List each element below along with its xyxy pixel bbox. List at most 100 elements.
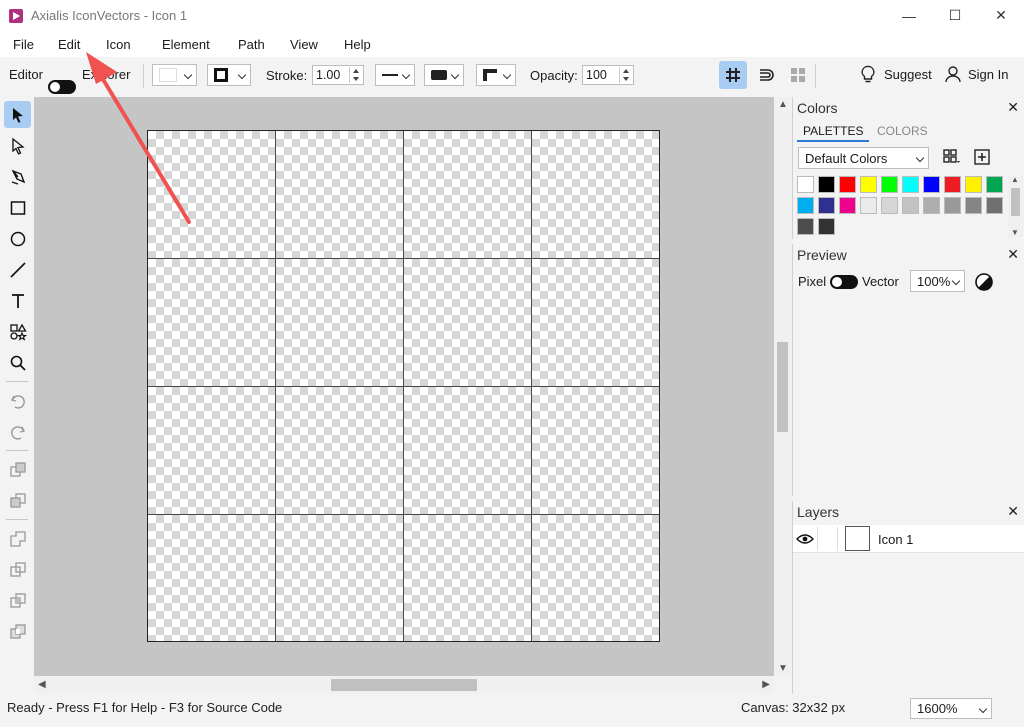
pen-tool-button[interactable] bbox=[4, 163, 31, 190]
color-swatch[interactable] bbox=[965, 197, 982, 214]
color-swatch[interactable] bbox=[860, 176, 877, 193]
menu-icon[interactable]: Icon bbox=[106, 37, 131, 52]
chevron-down-icon bbox=[951, 276, 961, 286]
preview-panel-header: Preview ✕ bbox=[793, 244, 1024, 266]
vertical-scrollbar[interactable]: ▲ ▼ bbox=[774, 97, 791, 676]
bring-front-button[interactable] bbox=[4, 456, 31, 483]
tab-palettes[interactable]: PALETTES bbox=[803, 124, 863, 138]
text-tool-button[interactable] bbox=[4, 287, 31, 314]
stepper-arrows-icon[interactable] bbox=[349, 67, 362, 83]
stroke-join-dropdown[interactable] bbox=[424, 64, 464, 86]
stroke-align-dropdown[interactable] bbox=[476, 64, 516, 86]
stroke-cap-dropdown[interactable] bbox=[375, 64, 415, 86]
pixel-vector-toggle[interactable] bbox=[830, 275, 858, 289]
color-swatch[interactable] bbox=[923, 176, 940, 193]
opacity-stepper[interactable]: 100 bbox=[582, 65, 634, 85]
scroll-down-icon[interactable]: ▼ bbox=[1011, 228, 1019, 237]
stepper-arrows-icon[interactable] bbox=[619, 67, 632, 83]
color-swatch[interactable] bbox=[818, 197, 835, 214]
zoom-select[interactable]: 1600% bbox=[910, 698, 992, 719]
boolean-exclude-button[interactable] bbox=[4, 618, 31, 645]
menu-edit[interactable]: Edit bbox=[58, 37, 80, 52]
vertical-scroll-thumb[interactable] bbox=[777, 342, 788, 432]
color-swatch[interactable] bbox=[839, 176, 856, 193]
color-swatch[interactable] bbox=[986, 176, 1003, 193]
shapes-tool-button[interactable] bbox=[4, 318, 31, 345]
color-swatch[interactable] bbox=[902, 197, 919, 214]
sign-in-button[interactable]: Sign In bbox=[944, 65, 1008, 83]
layer-name[interactable]: Icon 1 bbox=[878, 532, 913, 547]
menu-file[interactable]: File bbox=[13, 37, 34, 52]
scroll-right-icon[interactable]: ▶ bbox=[762, 679, 770, 690]
boolean-union-button[interactable] bbox=[4, 525, 31, 552]
scroll-left-icon[interactable]: ◀ bbox=[38, 679, 46, 690]
color-swatch[interactable] bbox=[986, 197, 1003, 214]
menu-path[interactable]: Path bbox=[238, 37, 265, 52]
rectangle-tool-button[interactable] bbox=[4, 194, 31, 221]
color-swatch[interactable] bbox=[797, 218, 814, 235]
color-swatch[interactable] bbox=[965, 176, 982, 193]
color-swatch[interactable] bbox=[944, 197, 961, 214]
snap-toggle-button[interactable] bbox=[752, 61, 780, 89]
layer-row[interactable]: Icon 1 bbox=[793, 525, 1024, 553]
fill-color-dropdown[interactable] bbox=[152, 64, 197, 86]
line-tool-button[interactable] bbox=[4, 256, 31, 283]
color-swatch[interactable] bbox=[839, 197, 856, 214]
tool-divider bbox=[6, 450, 28, 451]
suggest-button[interactable]: Suggest bbox=[860, 65, 932, 83]
color-swatch[interactable] bbox=[818, 176, 835, 193]
stroke-width-stepper[interactable]: 1.00 bbox=[312, 65, 364, 85]
ellipse-tool-button[interactable] bbox=[4, 225, 31, 252]
color-swatch[interactable] bbox=[902, 176, 919, 193]
opacity-label: Opacity: bbox=[530, 68, 578, 83]
close-icon[interactable]: ✕ bbox=[1007, 503, 1019, 520]
menu-help[interactable]: Help bbox=[344, 37, 371, 52]
undo-button[interactable] bbox=[4, 387, 31, 414]
minimize-button[interactable]: — bbox=[886, 0, 932, 31]
stroke-align-icon bbox=[483, 69, 497, 81]
canvas-workspace[interactable] bbox=[34, 97, 774, 676]
scroll-down-icon[interactable]: ▼ bbox=[778, 663, 788, 674]
color-swatch[interactable] bbox=[944, 176, 961, 193]
exclude-icon bbox=[9, 623, 26, 639]
icon-artboard[interactable] bbox=[147, 130, 660, 642]
boolean-intersect-button[interactable] bbox=[4, 587, 31, 614]
eye-icon[interactable] bbox=[796, 533, 814, 545]
stroke-color-dropdown[interactable] bbox=[207, 64, 251, 86]
color-swatch[interactable] bbox=[818, 218, 835, 235]
send-back-button[interactable] bbox=[4, 487, 31, 514]
close-icon[interactable]: ✕ bbox=[1007, 99, 1019, 116]
color-swatch[interactable] bbox=[797, 176, 814, 193]
swatch-scroll-thumb[interactable] bbox=[1011, 188, 1020, 216]
menu-element[interactable]: Element bbox=[162, 37, 210, 52]
menu-view[interactable]: View bbox=[290, 37, 318, 52]
grid-toggle-button[interactable] bbox=[719, 61, 747, 89]
editor-explorer-toggle[interactable] bbox=[48, 80, 76, 94]
close-window-button[interactable]: ✕ bbox=[978, 0, 1024, 31]
color-swatch[interactable] bbox=[860, 197, 877, 214]
scroll-up-icon[interactable]: ▲ bbox=[778, 99, 788, 110]
color-swatch[interactable] bbox=[881, 176, 898, 193]
pixel-grid-button[interactable] bbox=[784, 61, 812, 89]
color-swatch[interactable] bbox=[797, 197, 814, 214]
color-swatch[interactable] bbox=[923, 197, 940, 214]
select-tool-button[interactable] bbox=[4, 101, 31, 128]
horizontal-scrollbar[interactable]: ◀ ▶ bbox=[34, 676, 774, 694]
zoom-tool-button[interactable] bbox=[4, 349, 31, 376]
scroll-up-icon[interactable]: ▲ bbox=[1011, 175, 1019, 184]
tab-colors[interactable]: COLORS bbox=[877, 124, 928, 138]
direct-select-tool-button[interactable] bbox=[4, 132, 31, 159]
boolean-subtract-button[interactable] bbox=[4, 556, 31, 583]
redo-button[interactable] bbox=[4, 418, 31, 445]
palette-view-icon[interactable] bbox=[943, 149, 961, 165]
contrast-icon[interactable] bbox=[974, 272, 994, 292]
close-icon[interactable]: ✕ bbox=[1007, 246, 1019, 263]
horizontal-scroll-thumb[interactable] bbox=[331, 679, 477, 691]
explorer-label: Explorer bbox=[82, 67, 131, 82]
palette-select[interactable]: Default Colors bbox=[798, 147, 929, 169]
add-palette-icon[interactable] bbox=[973, 148, 991, 166]
swatch-scrollbar[interactable]: ▲ ▼ bbox=[1008, 175, 1023, 237]
maximize-button[interactable]: ☐ bbox=[932, 0, 978, 31]
preview-zoom-select[interactable]: 100% bbox=[910, 270, 965, 292]
color-swatch[interactable] bbox=[881, 197, 898, 214]
